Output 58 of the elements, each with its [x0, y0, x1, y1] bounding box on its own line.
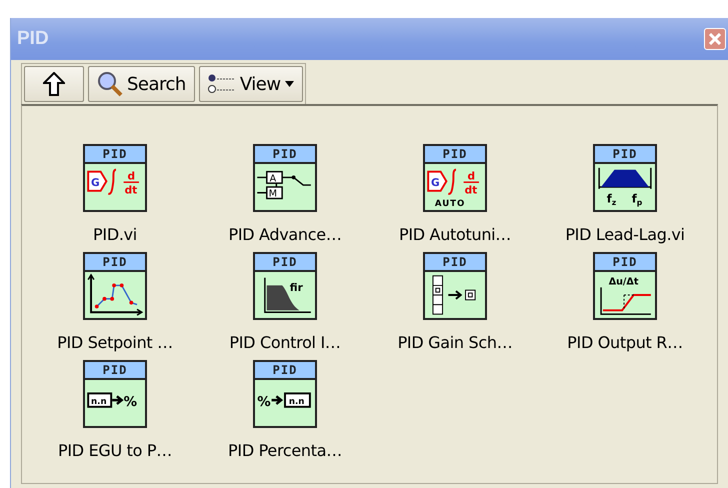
icon-header-text: PID	[595, 146, 655, 164]
vi-icon[interactable]: PID fir	[253, 252, 317, 320]
icon-header-text: PID	[255, 254, 315, 272]
vi-icon[interactable]: PID % n.n	[253, 360, 317, 428]
vi-icon[interactable]: PID n.n %	[83, 360, 147, 428]
icon-glyph-text: %	[124, 394, 138, 410]
icon-header-text: PID	[425, 254, 485, 272]
icon-header-text: PID	[425, 146, 485, 164]
search-button[interactable]: Search	[88, 66, 195, 102]
vi-file-label[interactable]: PID.vi	[93, 224, 137, 246]
vi-glyph-drawing	[85, 272, 145, 318]
vi-icon[interactable]: PID Δu/Δt	[593, 252, 657, 320]
icon-glyph-text: fir	[290, 282, 303, 294]
vi-icon[interactable]: PID	[423, 252, 487, 320]
vi-icon[interactable]: PID G d dt	[83, 144, 147, 212]
icon-header-text: PID	[595, 254, 655, 272]
vi-file-label[interactable]: PID Advance…	[228, 224, 342, 246]
up-button[interactable]	[24, 66, 84, 102]
window-title: PID	[17, 26, 49, 51]
icon-header-text: PID	[85, 146, 145, 164]
icon-glyph-text: d	[127, 170, 135, 182]
vi-file-label[interactable]: PID Percenta…	[228, 440, 342, 462]
icon-glyph-text: dt	[124, 184, 138, 197]
icon-glyph-text: n.n	[91, 396, 107, 407]
icon-header-text: PID	[85, 362, 145, 380]
icon-header-text: PID	[255, 362, 315, 380]
vi-file-label[interactable]: PID Setpoint …	[57, 332, 173, 354]
vi-icon[interactable]: PID G d dt AUTO	[423, 144, 487, 212]
close-icon	[709, 33, 721, 45]
close-button[interactable]	[704, 28, 726, 50]
icon-glyph-text: Δu/Δt	[608, 276, 638, 288]
icon-header-text: PID	[85, 254, 145, 272]
icon-glyph-text: dt	[464, 184, 478, 197]
icon-glyph-text: G	[91, 177, 100, 190]
icon-glyph-text: M	[268, 188, 277, 200]
caret-icon	[284, 81, 294, 87]
up-arrow-icon	[43, 72, 65, 96]
vi-icon[interactable]: PID	[83, 252, 147, 320]
icon-glyph-text: %	[257, 394, 271, 410]
vi-file-label[interactable]: PID Output R…	[567, 332, 683, 354]
vi-file-label[interactable]: PID EGU to P…	[58, 440, 172, 462]
icon-header-text: PID	[255, 146, 315, 164]
icon-glyph-text: n.n	[288, 396, 304, 407]
vi-file-label[interactable]: PID Autotuni…	[398, 224, 512, 246]
icon-glyph-text: f$_{z}$	[606, 191, 616, 208]
vi-file-label[interactable]: PID Control I…	[229, 332, 341, 354]
icon-glyph-text: d	[467, 170, 475, 182]
vi-icon[interactable]: PID A M	[253, 144, 317, 212]
icon-glyph-text: A	[270, 173, 276, 184]
vi-icon[interactable]: PID f$_{z}$ f$_{p}$	[593, 144, 657, 212]
icon-glyph-text: f$_{p}$	[632, 191, 642, 208]
search-icon	[97, 71, 123, 97]
icon-glyph-text: G	[431, 177, 440, 190]
view-button[interactable]: View	[198, 66, 303, 102]
list-icon	[208, 73, 236, 95]
icon-glyph-text: AUTO	[434, 199, 466, 210]
vi-file-label[interactable]: PID Lead-Lag.vi	[565, 224, 685, 246]
vi-file-label[interactable]: PID Gain Sch…	[398, 332, 512, 354]
